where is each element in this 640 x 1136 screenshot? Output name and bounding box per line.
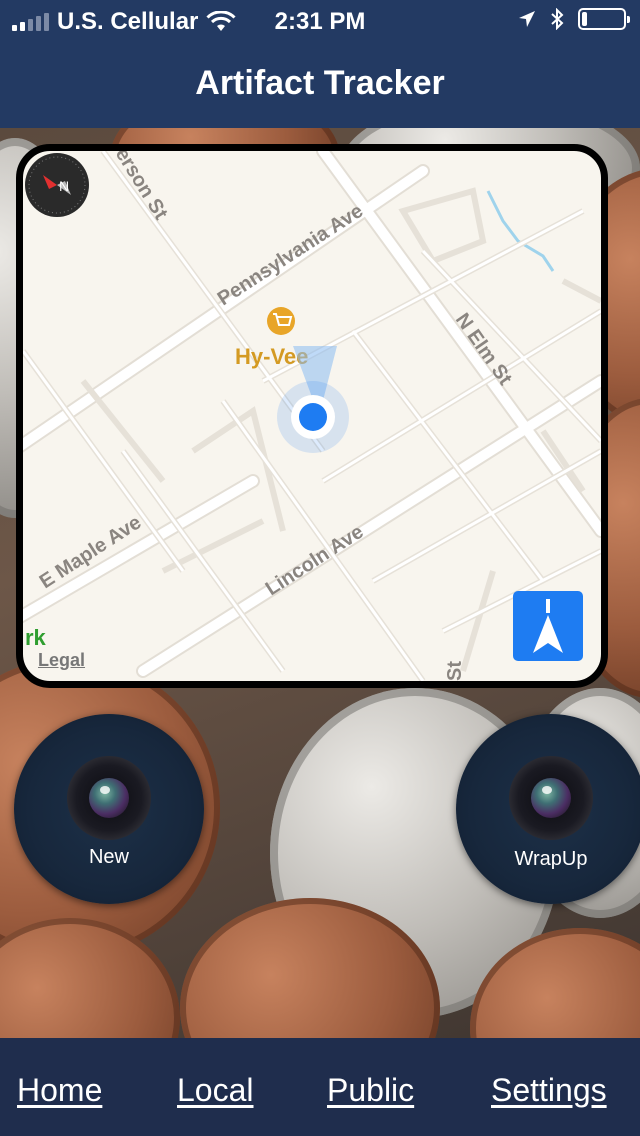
page-title: Artifact Tracker (195, 64, 445, 102)
wrapup-camera-button[interactable]: WrapUp (456, 714, 640, 904)
compass-icon[interactable]: N (23, 151, 91, 219)
map-partial-label: rk (25, 625, 46, 650)
bluetooth-icon (551, 8, 564, 30)
bottom-nav: Home Local Public Settings (0, 1038, 640, 1136)
camera-icon (509, 755, 593, 840)
street-label-jefferson: erson St (111, 151, 172, 224)
nav-public-link[interactable]: Public (327, 1072, 414, 1109)
battery-icon (578, 8, 630, 30)
nav-local-link[interactable]: Local (177, 1072, 254, 1109)
legal-link[interactable]: Legal (38, 650, 85, 671)
street-label-st: St (444, 661, 466, 681)
new-button-label: New (88, 846, 129, 868)
map-view[interactable]: Pennsylvania Ave N Elm St E Maple Ave Li… (16, 144, 608, 688)
recenter-location-button[interactable] (513, 591, 583, 661)
battery-level (582, 12, 587, 26)
nav-settings-link[interactable]: Settings (491, 1072, 607, 1109)
new-camera-button[interactable]: New (14, 714, 204, 904)
nav-home-link[interactable]: Home (17, 1072, 102, 1109)
compass-label: N (59, 178, 69, 194)
street-label-pennsylvania: Pennsylvania Ave (214, 200, 367, 310)
header-bar: U.S. Cellular 2:31 PM Artifact Tracker (0, 0, 640, 128)
wrapup-button-label: WrapUp (514, 848, 588, 870)
poi-hyvee[interactable]: Hy-Vee (235, 307, 308, 369)
location-arrow-icon (519, 11, 535, 27)
navigation-arrow-icon (533, 599, 563, 653)
status-bar: U.S. Cellular 2:31 PM (0, 0, 640, 40)
camera-icon (67, 755, 151, 840)
